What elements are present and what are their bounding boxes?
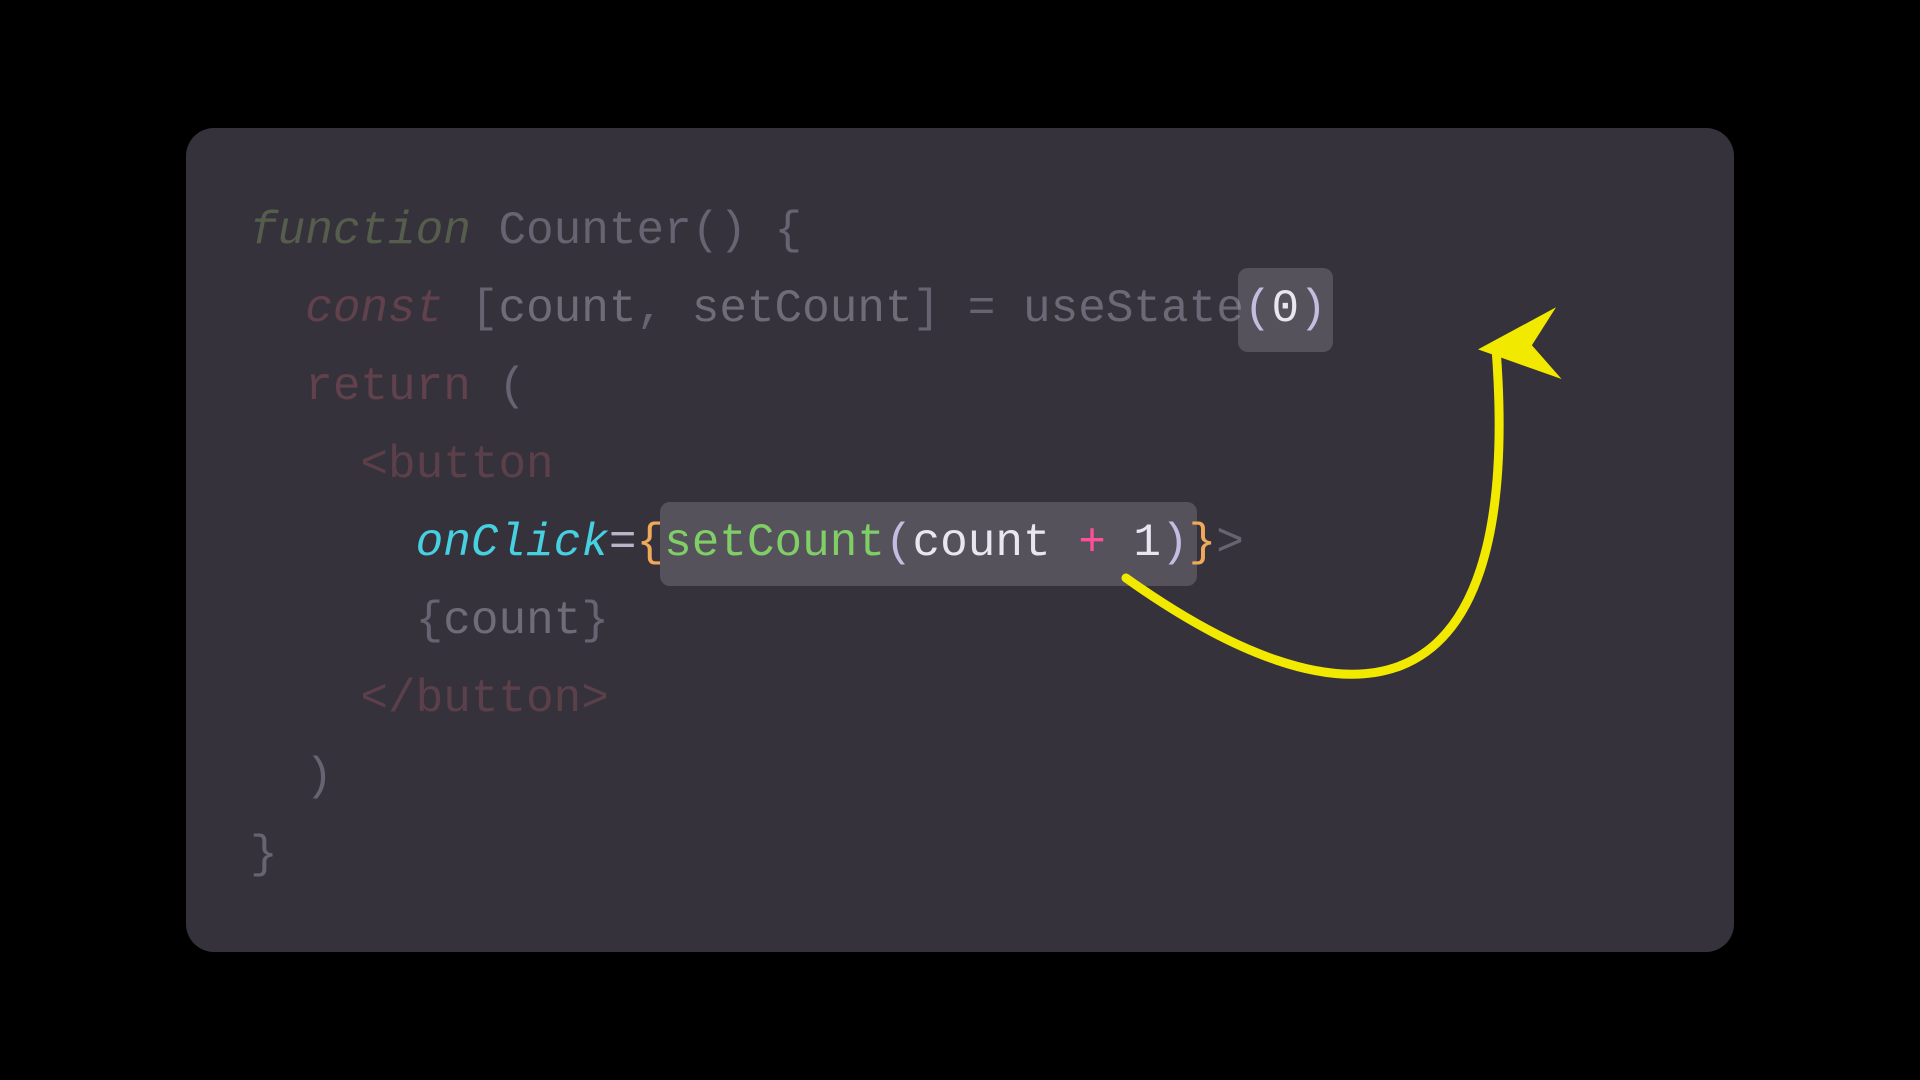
tok-zero: 0 — [1271, 283, 1299, 335]
tok-return: return — [305, 361, 471, 413]
code-block: function Counter() { const [count, setCo… — [250, 192, 1670, 894]
tok-onclick: onClick — [416, 517, 609, 569]
tok-const: const — [305, 283, 443, 335]
tok-plus: + — [1078, 517, 1106, 569]
tok-setcount: setCount — [692, 283, 913, 335]
tok-function: function — [250, 205, 471, 257]
tok-button-open: button — [388, 439, 554, 491]
tok-punct: () { — [692, 205, 802, 257]
tok-setcount-call: setCount — [664, 517, 885, 569]
tok-usestate: useState — [1023, 283, 1244, 335]
tok-fn-name: Counter — [498, 205, 691, 257]
stage: function Counter() { const [count, setCo… — [0, 0, 1920, 1080]
highlight-usestate-arg: (0) — [1238, 268, 1333, 352]
tok-one: 1 — [1133, 517, 1161, 569]
tok-button-close: button — [416, 673, 582, 725]
code-card: function Counter() { const [count, setCo… — [186, 128, 1734, 952]
tok-count-jsx: count — [443, 595, 581, 647]
tok-count: count — [498, 283, 636, 335]
tok-count-arg: count — [913, 517, 1051, 569]
highlight-setcount-call: setCount(count + 1) — [660, 502, 1197, 586]
